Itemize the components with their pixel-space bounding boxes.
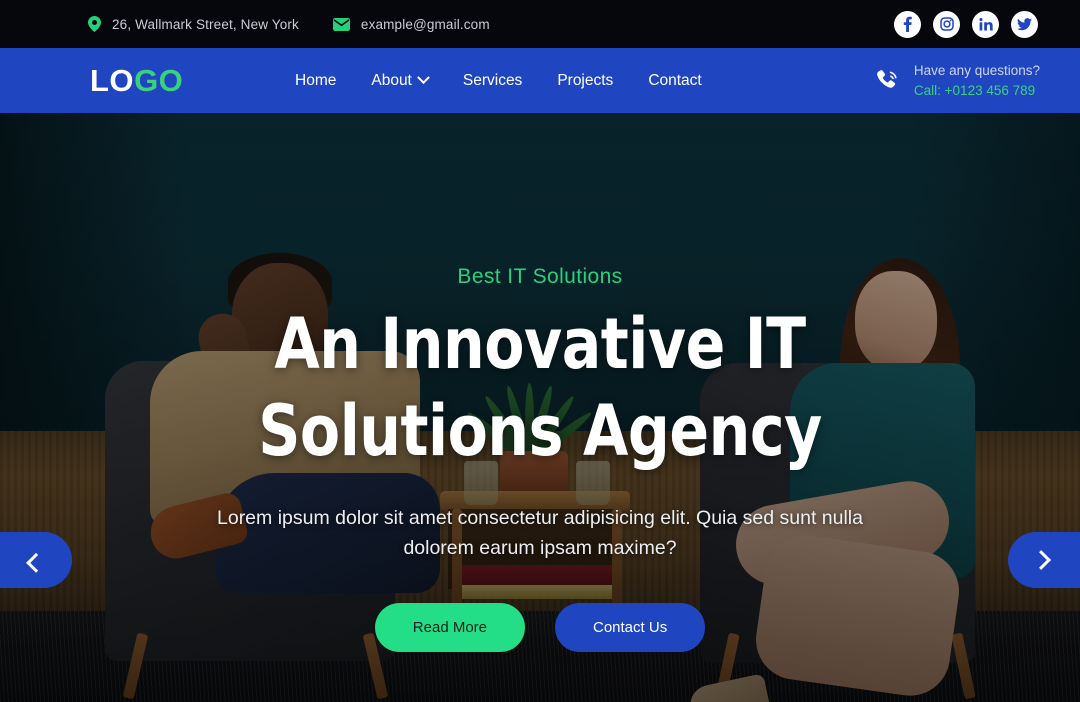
read-more-button[interactable]: Read More <box>374 603 525 653</box>
logo-part-two: GO <box>134 62 184 98</box>
nav-item-projects[interactable]: Projects <box>557 72 613 90</box>
contact-us-button[interactable]: Contact Us <box>555 603 706 653</box>
nav-item-services[interactable]: Services <box>463 72 522 90</box>
address-text: 26, Wallmark Street, New York <box>112 16 299 32</box>
social-links <box>894 0 1038 48</box>
location-pin-icon <box>88 16 101 32</box>
hero-content: Best IT Solutions An Innovative IT Solut… <box>0 113 1080 702</box>
contact-question: Have any questions? <box>913 62 1040 78</box>
twitter-icon[interactable] <box>1011 10 1038 38</box>
nav-label: About <box>371 71 412 89</box>
nav-item-home[interactable]: Home <box>295 72 336 90</box>
nav-item-contact[interactable]: Contact <box>648 72 701 90</box>
nav-label: Home <box>295 71 337 89</box>
nav-menu: Home About Services Projects Contact <box>295 48 702 113</box>
top-bar: 26, Wallmark Street, New York example@gm… <box>0 0 1080 48</box>
address-item: 26, Wallmark Street, New York <box>88 16 299 32</box>
facebook-icon[interactable] <box>894 10 921 38</box>
hero-slider: Best IT Solutions An Innovative IT Solut… <box>0 113 1080 702</box>
nav-label: Services <box>462 71 523 89</box>
instagram-icon[interactable] <box>933 10 960 38</box>
email-item[interactable]: example@gmail.com <box>332 16 490 32</box>
header-contact-block[interactable]: Have any questions? Call: +0123 456 789 <box>873 48 1040 113</box>
hero-eyebrow: Best IT Solutions <box>457 265 623 288</box>
chevron-down-icon <box>417 71 430 85</box>
slider-next-button[interactable] <box>1008 532 1080 588</box>
site-logo[interactable]: LOGO <box>90 63 183 99</box>
slider-prev-button[interactable] <box>0 532 72 588</box>
chevron-left-icon <box>26 552 46 573</box>
nav-label: Projects <box>557 71 614 89</box>
hero-button-group: Read More Contact Us <box>374 603 706 653</box>
chevron-right-icon <box>1031 550 1052 570</box>
hero-subtitle: Lorem ipsum dolor sit amet consectetur a… <box>217 506 863 559</box>
top-bar-contact-group: 26, Wallmark Street, New York example@gm… <box>88 16 490 32</box>
email-text: example@gmail.com <box>360 16 490 32</box>
linkedin-icon[interactable] <box>972 10 999 38</box>
phone-ring-icon <box>873 67 901 95</box>
envelope-icon <box>332 17 350 31</box>
contact-phone-number[interactable]: Call: +0123 456 789 <box>914 81 1040 101</box>
contact-text-lines: Have any questions? Call: +0123 456 789 <box>914 61 1040 100</box>
nav-item-about[interactable]: About <box>371 71 430 90</box>
nav-label: Contact <box>648 71 702 89</box>
main-navigation-bar: LOGO Home About Services Projects Contac… <box>0 48 1080 113</box>
hero-title: An Innovative IT Solutions Agency <box>258 303 822 472</box>
logo-part-one: LO <box>90 62 135 98</box>
